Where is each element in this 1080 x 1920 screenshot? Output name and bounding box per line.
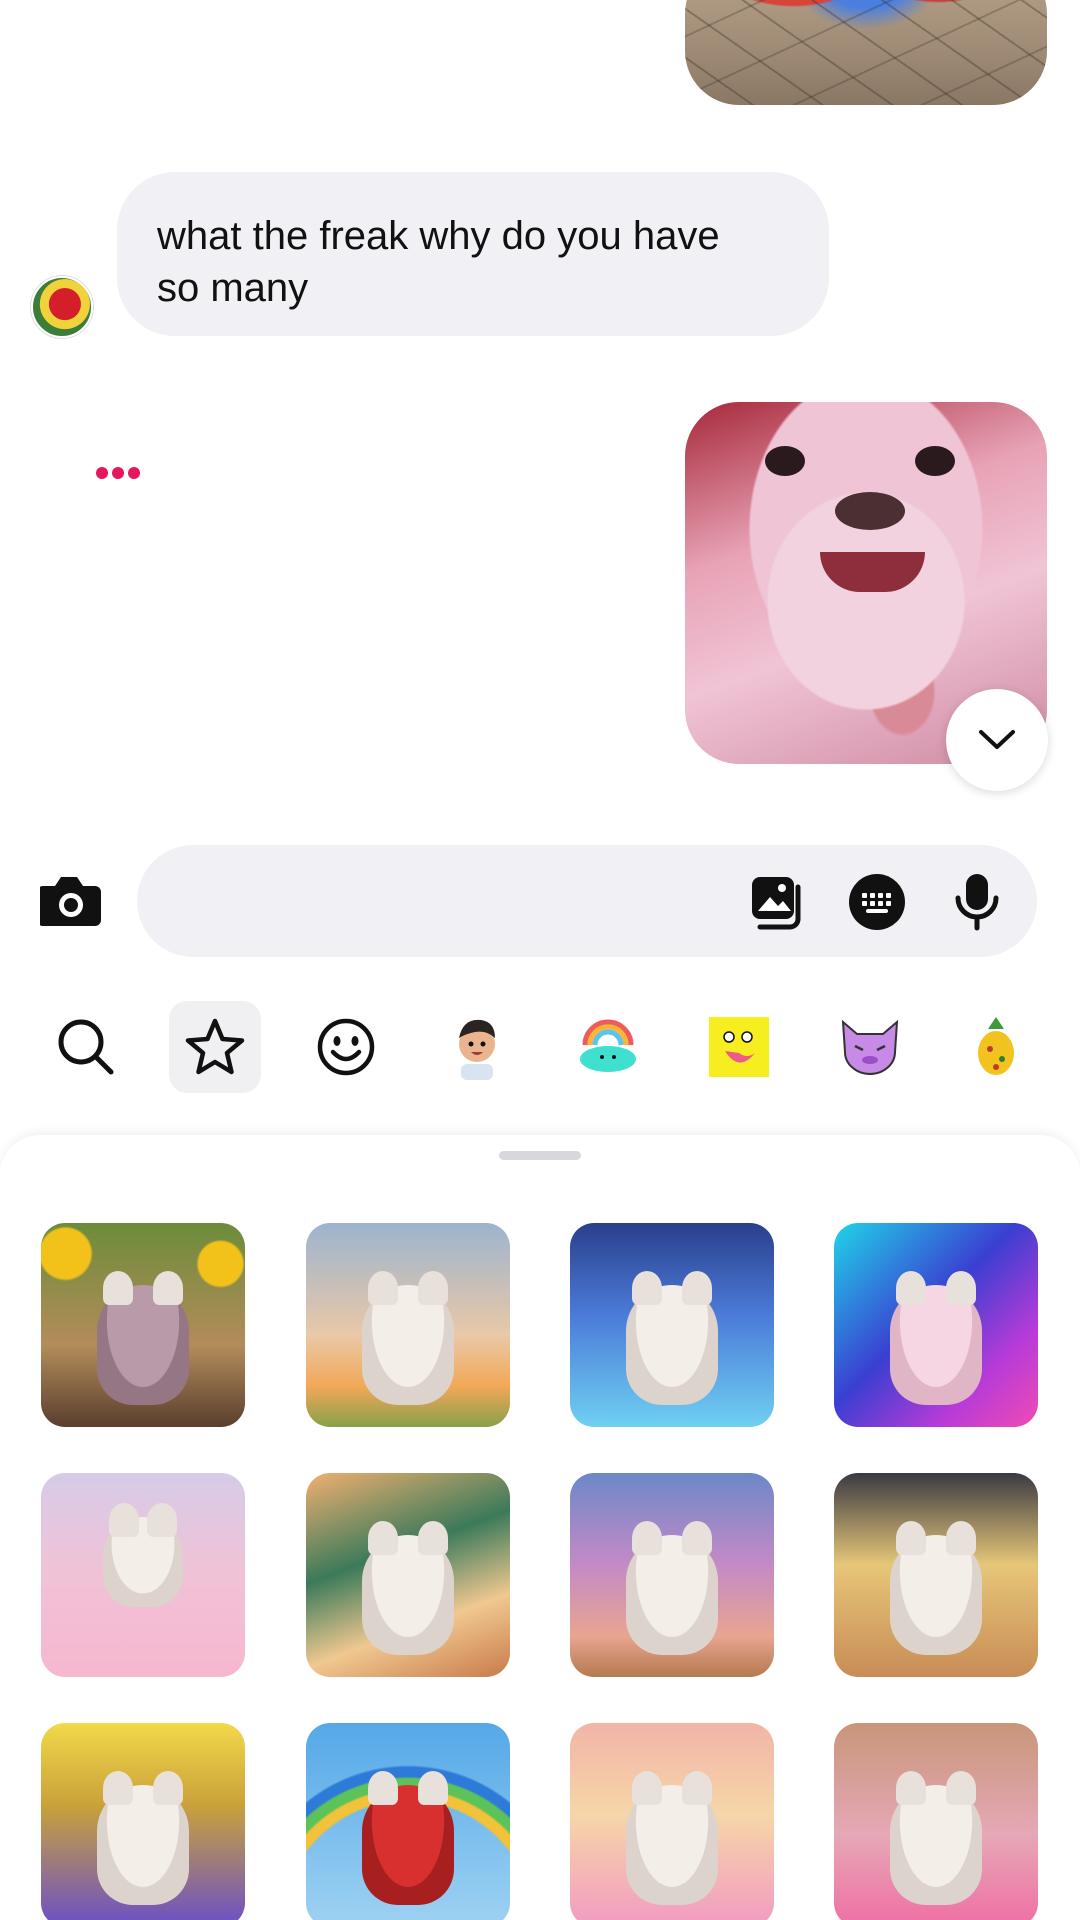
dog-nose [835,492,905,530]
message-composer[interactable] [137,845,1037,957]
sender-avatar[interactable] [31,276,93,338]
avatar-boy-sticker-icon [459,1019,495,1080]
scroll-to-bottom-button[interactable] [946,689,1048,791]
microphone-button[interactable] [947,872,1007,932]
typing-dot [96,467,108,479]
typing-dot [128,467,140,479]
sticker-tile[interactable] [41,1723,245,1920]
chat-screen: what the freak why do you have so many [0,0,1080,1920]
tab-emoji[interactable] [300,1001,392,1093]
dog-eye [915,446,955,476]
purple-cat-sticker-icon [841,1019,899,1075]
sticker-tile[interactable] [834,1473,1038,1677]
sticker-tile[interactable] [834,1223,1038,1427]
tab-yellow-face-sticker[interactable] [693,1001,785,1093]
tab-avatar-sticker[interactable] [431,1001,523,1093]
received-message-bubble[interactable]: what the freak why do you have so many [117,172,829,336]
pineapple-sticker-icon [978,1017,1014,1075]
sticker-tile[interactable] [306,1723,510,1920]
gallery-button[interactable] [747,872,807,932]
tab-pineapple-sticker[interactable] [950,1001,1042,1093]
sticker-tile[interactable] [41,1473,245,1677]
tab-search[interactable] [40,1001,132,1093]
rainbow-cloud-sticker-icon [580,1019,636,1072]
sticker-tile[interactable] [306,1223,510,1427]
sheet-drag-handle[interactable] [499,1151,581,1160]
sticker-tile[interactable] [834,1723,1038,1920]
typing-indicator [96,467,140,479]
sticker-tile[interactable] [570,1473,774,1677]
camera-icon [37,877,101,926]
sticker-tile[interactable] [41,1223,245,1427]
tab-rainbow-sticker[interactable] [562,1001,654,1093]
tab-favorites[interactable] [169,1001,261,1093]
dog-eye [765,446,805,476]
keyboard-button[interactable] [847,872,907,932]
dog-mouth [820,552,925,592]
sticker-tile[interactable] [570,1223,774,1427]
star-icon [185,1018,245,1075]
tab-purple-cat-sticker[interactable] [824,1001,916,1093]
sticker-sheet [0,1135,1080,1920]
chevron-down-icon [979,730,1015,749]
sticker-tile[interactable] [570,1723,774,1920]
yellow-face-sticker-icon [709,1017,769,1077]
gallery-icon [752,877,801,930]
sticker-category-tabs [0,995,1080,1095]
message-input[interactable] [177,875,737,927]
camera-button[interactable] [37,872,104,928]
message-line-1: what the freak why do you have [157,214,720,258]
search-icon [58,1019,114,1075]
keyboard-icon [849,874,905,930]
typing-dot [112,467,124,479]
sticker-tile[interactable] [306,1473,510,1677]
smiley-icon [317,1018,375,1076]
sent-image-top[interactable] [685,0,1047,105]
message-line-2: so many [157,266,309,310]
microphone-icon [955,874,999,931]
